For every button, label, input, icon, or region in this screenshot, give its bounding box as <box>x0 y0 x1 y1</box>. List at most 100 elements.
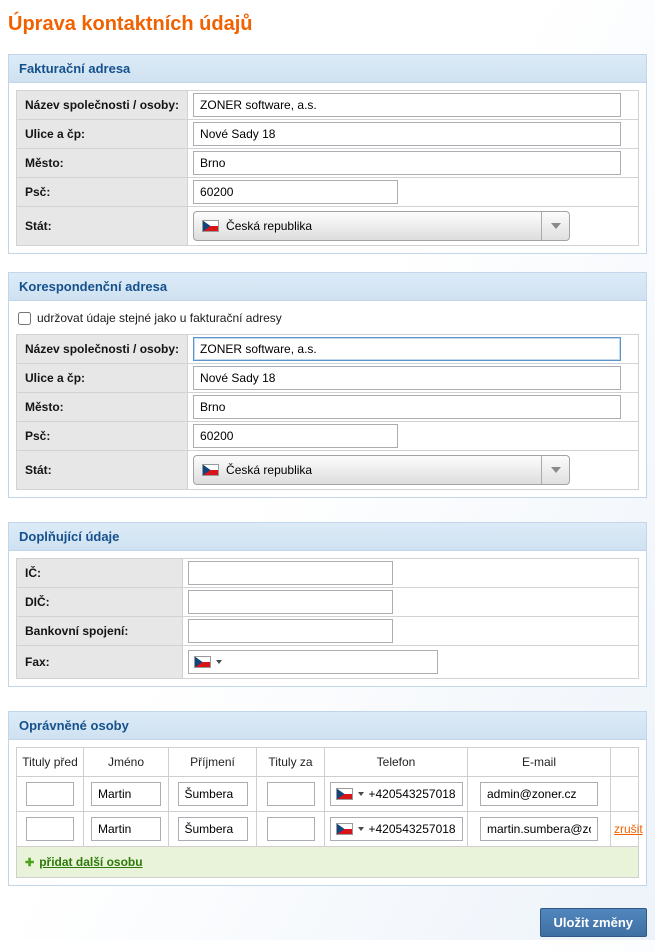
form-row: Ulice a čp: <box>17 120 639 149</box>
sync-address-checkbox[interactable] <box>18 312 31 325</box>
form-row: Město: <box>17 149 639 178</box>
fax-input[interactable] <box>188 650 438 674</box>
mailing-section-title: Korespondenční adresa <box>9 273 646 301</box>
titles-before-input[interactable] <box>26 782 74 806</box>
street-label: Ulice a čp: <box>17 120 188 149</box>
mailing-zip-input[interactable] <box>193 424 398 448</box>
col-actions <box>611 748 639 777</box>
mailing-street-input[interactable] <box>193 366 621 390</box>
mailing-company-name-input[interactable] <box>193 337 621 361</box>
city-label: Město: <box>17 149 188 178</box>
col-email: E-mail <box>468 748 611 777</box>
person-action-cell <box>611 777 639 812</box>
chevron-down-icon[interactable] <box>541 456 569 484</box>
person-row: zrušit <box>17 812 639 847</box>
billing-section-title: Fakturační adresa <box>9 55 646 83</box>
phone-input[interactable] <box>330 782 463 806</box>
form-row: Město: <box>17 393 639 422</box>
col-last-name: Příjmení <box>169 748 257 777</box>
dic-input[interactable] <box>188 590 393 614</box>
form-row: Stát: Česká republika <box>17 207 639 246</box>
phone-number-input[interactable] <box>369 822 457 836</box>
country-label: Stát: <box>17 207 188 246</box>
form-row: Psč: <box>17 422 639 451</box>
billing-company-name-input[interactable] <box>193 93 621 117</box>
mailing-form-table: Název společnosti / osoby: Ulice a čp: M… <box>16 334 639 490</box>
authorized-persons-table: Tituly před Jméno Příjmení Tituly za Tel… <box>16 747 639 878</box>
phone-number-input[interactable] <box>369 787 457 801</box>
form-footer: Uložit změny <box>0 908 655 937</box>
col-phone: Telefon <box>325 748 468 777</box>
save-button[interactable]: Uložit změny <box>540 908 647 937</box>
titles-after-input[interactable] <box>267 817 315 841</box>
billing-zip-input[interactable] <box>193 180 398 204</box>
billing-street-input[interactable] <box>193 122 621 146</box>
zip-label: Psč: <box>17 422 188 451</box>
last-name-input[interactable] <box>178 817 248 841</box>
remove-person-link[interactable]: zrušit <box>614 822 643 836</box>
bank-account-input[interactable] <box>188 619 393 643</box>
email-input[interactable] <box>480 817 598 841</box>
form-row: Název společnosti / osoby: <box>17 335 639 364</box>
fax-number-input[interactable] <box>227 655 432 669</box>
city-label: Město: <box>17 393 188 422</box>
billing-country-select-value: Česká republika <box>219 219 541 233</box>
zip-label: Psč: <box>17 178 188 207</box>
billing-address-panel: Fakturační adresa Název společnosti / os… <box>8 54 647 254</box>
additional-section-title: Doplňující údaje <box>9 523 646 551</box>
col-titles-before: Tituly před <box>17 748 84 777</box>
billing-city-input[interactable] <box>193 151 621 175</box>
mailing-city-input[interactable] <box>193 395 621 419</box>
sync-address-checkbox-label: udržovat údaje stejné jako u fakturační … <box>37 311 282 325</box>
additional-info-panel: Doplňující údaje IČ: DIČ: Bankovní spoje… <box>8 522 647 687</box>
form-row: IČ: <box>17 559 639 588</box>
czech-flag-icon <box>202 464 219 476</box>
czech-flag-icon <box>194 656 211 668</box>
company-name-label: Název společnosti / osoby: <box>17 335 188 364</box>
form-row: Stát: Česká republika <box>17 451 639 490</box>
country-label: Stát: <box>17 451 188 490</box>
add-person-link[interactable]: přidat další osobu <box>39 855 142 869</box>
bank-label: Bankovní spojení: <box>17 617 183 646</box>
company-name-label: Název společnosti / osoby: <box>17 91 188 120</box>
person-row <box>17 777 639 812</box>
form-row: Ulice a čp: <box>17 364 639 393</box>
caret-down-icon[interactable] <box>358 827 364 831</box>
phone-input[interactable] <box>330 817 463 841</box>
authorized-persons-panel: Oprávněné osoby Tituly před Jméno Příjme… <box>8 711 647 886</box>
form-row: DIČ: <box>17 588 639 617</box>
first-name-input[interactable] <box>91 782 161 806</box>
additional-form-table: IČ: DIČ: Bankovní spojení: Fax: <box>16 558 639 679</box>
plus-icon: ✚ <box>25 857 34 869</box>
page-title: Úprava kontaktních údajů <box>8 12 647 36</box>
caret-down-icon[interactable] <box>358 792 364 796</box>
billing-country-select[interactable]: Česká republika <box>193 211 570 241</box>
dic-label: DIČ: <box>17 588 183 617</box>
add-person-link-label: přidat další osobu <box>39 855 142 869</box>
titles-after-input[interactable] <box>267 782 315 806</box>
chevron-down-icon[interactable] <box>541 212 569 240</box>
mailing-country-select[interactable]: Česká republika <box>193 455 570 485</box>
persons-header-row: Tituly před Jméno Příjmení Tituly za Tel… <box>17 748 639 777</box>
form-row: Psč: <box>17 178 639 207</box>
form-row: Bankovní spojení: <box>17 617 639 646</box>
fax-label: Fax: <box>17 646 183 679</box>
mailing-address-panel: Korespondenční adresa udržovat údaje ste… <box>8 272 647 498</box>
form-row: Název společnosti / osoby: <box>17 91 639 120</box>
czech-flag-icon <box>202 220 219 232</box>
caret-down-icon[interactable] <box>216 660 222 664</box>
titles-before-input[interactable] <box>26 817 74 841</box>
add-person-row: ✚ přidat další osobu <box>17 847 639 878</box>
czech-flag-icon <box>336 788 353 800</box>
street-label: Ulice a čp: <box>17 364 188 393</box>
col-first-name: Jméno <box>84 748 169 777</box>
ic-input[interactable] <box>188 561 393 585</box>
email-input[interactable] <box>480 782 598 806</box>
billing-form-table: Název společnosti / osoby: Ulice a čp: M… <box>16 90 639 246</box>
col-titles-after: Tituly za <box>257 748 325 777</box>
czech-flag-icon <box>336 823 353 835</box>
mailing-country-select-value: Česká republika <box>219 463 541 477</box>
last-name-input[interactable] <box>178 782 248 806</box>
sync-address-row: udržovat údaje stejné jako u fakturační … <box>18 311 639 325</box>
first-name-input[interactable] <box>91 817 161 841</box>
